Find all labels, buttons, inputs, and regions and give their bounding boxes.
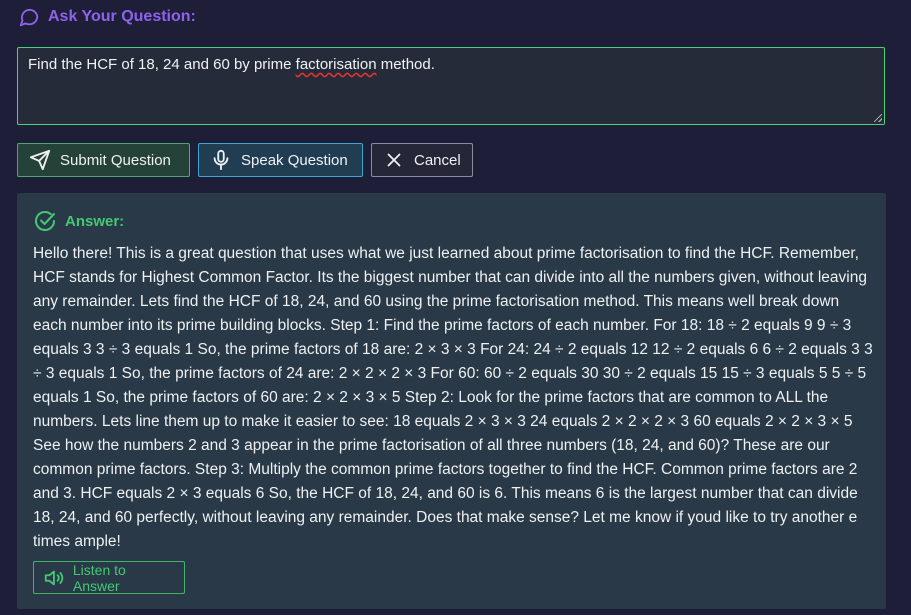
send-icon [29, 149, 51, 171]
ask-question-header: Ask Your Question: [18, 6, 196, 28]
question-input[interactable]: Find the HCF of 18, 24 and 60 by prime f… [17, 47, 885, 125]
answer-text: Hello there! This is a great question th… [33, 245, 873, 550]
question-text-before: Find the HCF of 18, 24 and 60 by prime [28, 56, 296, 73]
submit-question-button[interactable]: Submit Question [17, 143, 190, 177]
speak-question-button[interactable]: Speak Question [198, 143, 363, 177]
submit-question-label: Submit Question [60, 151, 171, 169]
close-icon [387, 153, 401, 167]
chat-bubble-icon [19, 8, 39, 27]
microphone-icon [213, 149, 229, 171]
check-circle-icon [35, 211, 55, 231]
listen-to-answer-button[interactable]: Listen to Answer [33, 561, 185, 594]
listen-to-answer-label: Listen to Answer [72, 561, 126, 594]
cancel-button[interactable]: Cancel [371, 143, 473, 177]
speaker-icon [44, 570, 64, 585]
answer-header: Answer: [33, 209, 124, 233]
cancel-label: Cancel [414, 151, 461, 169]
answer-panel: Answer: Hello there! This is a great que… [17, 193, 886, 609]
speak-question-label: Speak Question [241, 151, 348, 169]
question-text-misspelled: factorisation [295, 56, 377, 73]
answer-title: Answer: [65, 212, 125, 230]
question-text-after: method. [376, 56, 435, 73]
resize-handle[interactable] [874, 114, 882, 122]
ask-question-title: Ask Your Question: [48, 8, 196, 25]
